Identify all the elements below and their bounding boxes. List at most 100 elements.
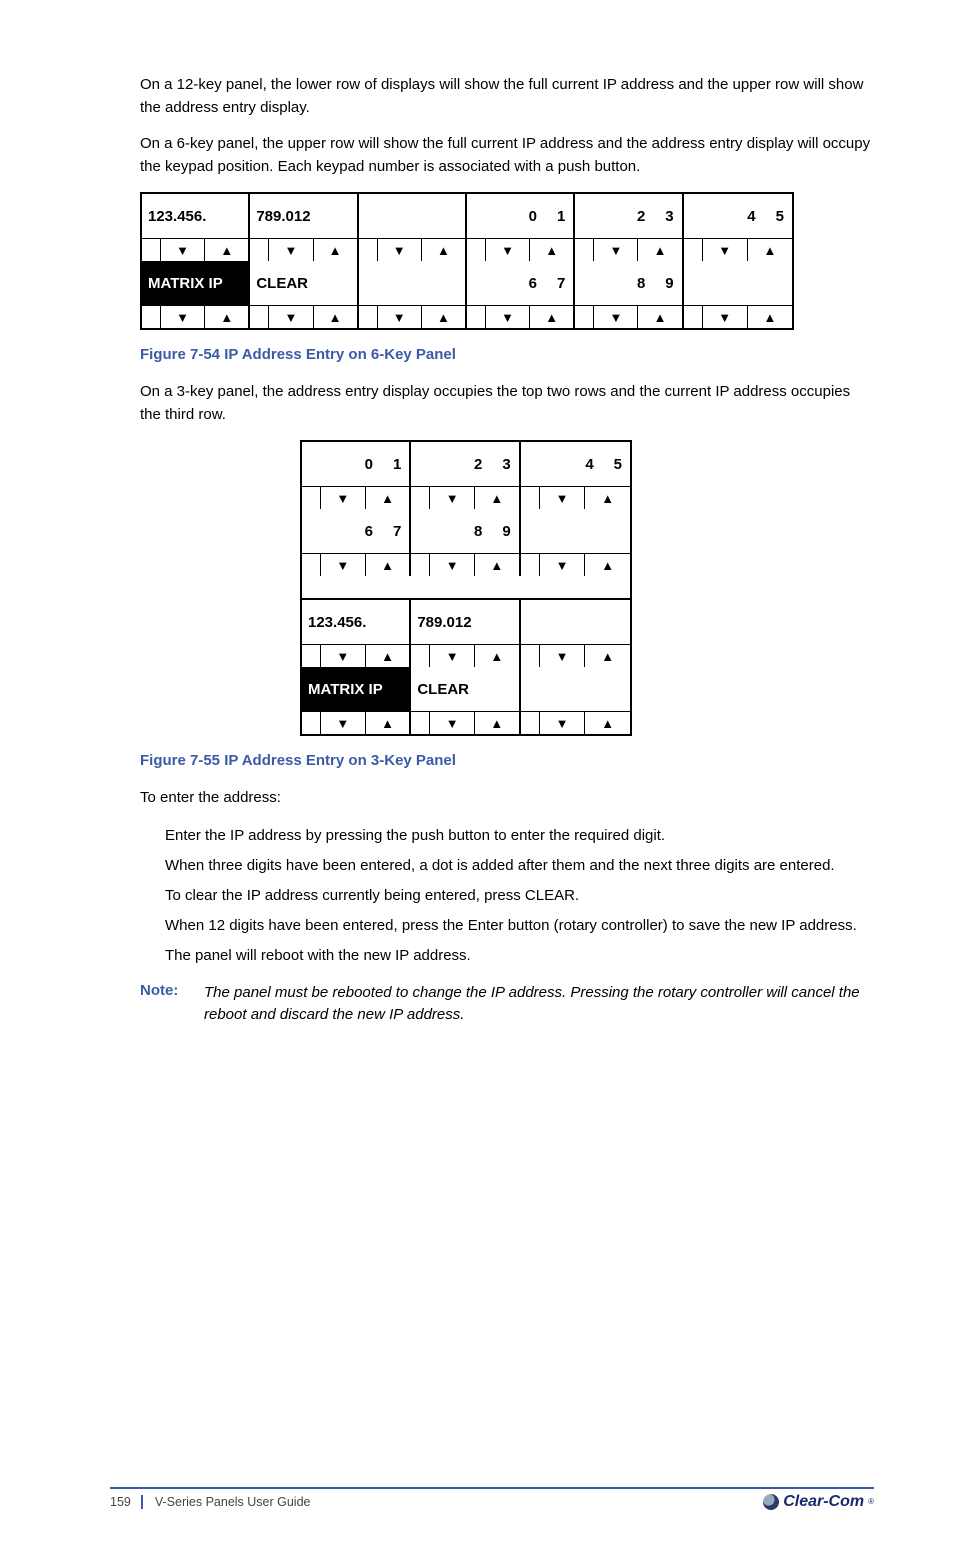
cell-ip-b: 789.012 [411, 600, 520, 644]
up-icon[interactable] [365, 487, 410, 509]
figure-caption-55: Figure 7-55 IP Address Entry on 3-Key Pa… [140, 752, 874, 769]
arrows[interactable] [359, 239, 467, 261]
down-icon[interactable] [430, 712, 474, 734]
cell-89[interactable]: 89 [411, 509, 520, 553]
cell-45[interactable]: 45 [521, 442, 630, 486]
up-icon[interactable] [204, 306, 248, 328]
cell-matrix-ip[interactable]: MATRIX IP [142, 261, 250, 305]
arrows[interactable] [467, 306, 575, 328]
cell-ip-a: 123.456. [142, 194, 250, 238]
arrows[interactable] [302, 487, 411, 509]
up-icon[interactable] [529, 239, 573, 261]
down-icon[interactable] [269, 239, 312, 261]
cell-67[interactable]: 67 [302, 509, 411, 553]
note-label: Note: [140, 982, 186, 999]
cell-23[interactable]: 23 [411, 442, 520, 486]
step-4: When 12 digits have been entered, press … [165, 914, 874, 938]
down-icon[interactable] [430, 645, 474, 667]
cell-67[interactable]: 67 [467, 261, 575, 305]
down-icon[interactable] [321, 554, 365, 576]
up-icon[interactable] [421, 306, 465, 328]
up-icon[interactable] [584, 712, 630, 734]
down-icon[interactable] [161, 306, 204, 328]
cell-blank [359, 194, 467, 238]
down-icon[interactable] [703, 239, 747, 261]
arrows[interactable] [521, 712, 630, 734]
cell-45[interactable]: 45 [684, 194, 792, 238]
up-icon[interactable] [474, 554, 519, 576]
arrows[interactable] [142, 306, 250, 328]
down-icon[interactable] [703, 306, 747, 328]
clearcom-logo: Clear-Com® [763, 1493, 874, 1511]
arrows[interactable] [302, 645, 411, 667]
arrows[interactable] [411, 487, 520, 509]
down-icon[interactable] [321, 487, 365, 509]
up-icon[interactable] [637, 239, 681, 261]
down-icon[interactable] [378, 239, 421, 261]
up-icon[interactable] [204, 239, 248, 261]
up-icon[interactable] [365, 554, 410, 576]
cell-89[interactable]: 89 [575, 261, 683, 305]
up-icon[interactable] [313, 239, 357, 261]
arrows[interactable] [521, 645, 630, 667]
down-icon[interactable] [269, 306, 312, 328]
figure-6key-panel: 123.456. 789.012 01 23 45 MATRIX IP CLEA… [140, 192, 794, 330]
down-icon[interactable] [378, 306, 421, 328]
cell-blank [521, 667, 630, 711]
down-icon[interactable] [540, 645, 585, 667]
cell-matrix-ip[interactable]: MATRIX IP [302, 667, 411, 711]
cell-23[interactable]: 23 [575, 194, 683, 238]
up-icon[interactable] [474, 645, 519, 667]
down-icon[interactable] [430, 554, 474, 576]
down-icon[interactable] [321, 645, 365, 667]
up-icon[interactable] [637, 306, 681, 328]
intro-12key: On a 12-key panel, the lower row of disp… [140, 74, 874, 119]
down-icon[interactable] [540, 487, 585, 509]
down-icon[interactable] [540, 554, 585, 576]
arrows[interactable] [411, 554, 520, 576]
arrows[interactable] [521, 554, 630, 576]
arrows[interactable] [359, 306, 467, 328]
down-icon[interactable] [161, 239, 204, 261]
up-icon[interactable] [365, 645, 410, 667]
arrows[interactable] [142, 239, 250, 261]
cell-clear[interactable]: CLEAR [250, 261, 358, 305]
up-icon[interactable] [365, 712, 410, 734]
arrows[interactable] [467, 239, 575, 261]
up-icon[interactable] [584, 645, 630, 667]
up-icon[interactable] [421, 239, 465, 261]
arrows[interactable] [302, 554, 411, 576]
down-icon[interactable] [540, 712, 585, 734]
arrows[interactable] [302, 712, 411, 734]
down-icon[interactable] [486, 306, 529, 328]
arrows[interactable] [411, 712, 520, 734]
up-icon[interactable] [747, 239, 792, 261]
cell-01[interactable]: 01 [302, 442, 411, 486]
arrows[interactable] [575, 239, 683, 261]
up-icon[interactable] [313, 306, 357, 328]
up-icon[interactable] [529, 306, 573, 328]
up-icon[interactable] [474, 487, 519, 509]
down-icon[interactable] [430, 487, 474, 509]
arrows[interactable] [684, 239, 792, 261]
arrows[interactable] [250, 239, 358, 261]
down-icon[interactable] [486, 239, 529, 261]
up-icon[interactable] [584, 487, 630, 509]
step-3: To clear the IP address currently being … [165, 884, 874, 908]
arrows[interactable] [411, 645, 520, 667]
arrows[interactable] [575, 306, 683, 328]
cell-clear[interactable]: CLEAR [411, 667, 520, 711]
cell-01[interactable]: 01 [467, 194, 575, 238]
doc-title: V-Series Panels User Guide [155, 1495, 311, 1509]
arrows[interactable] [521, 487, 630, 509]
logo-icon [763, 1494, 779, 1510]
arrows[interactable] [250, 306, 358, 328]
down-icon[interactable] [321, 712, 365, 734]
up-icon[interactable] [474, 712, 519, 734]
up-icon[interactable] [584, 554, 630, 576]
arrows[interactable] [684, 306, 792, 328]
gap [302, 576, 630, 598]
down-icon[interactable] [594, 306, 637, 328]
down-icon[interactable] [594, 239, 637, 261]
up-icon[interactable] [747, 306, 792, 328]
